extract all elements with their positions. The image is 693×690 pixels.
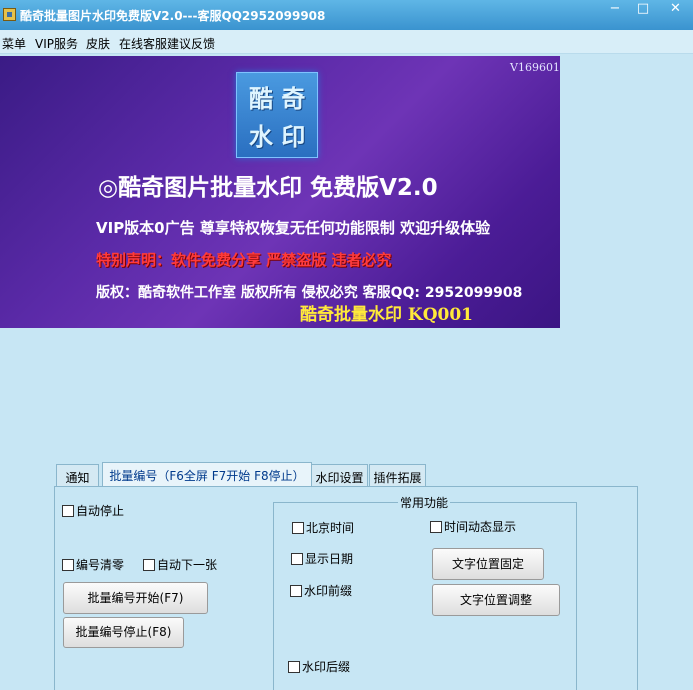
number-clear-label: 编号清零	[76, 558, 125, 572]
app-logo: 酷 奇 水 印	[236, 72, 318, 158]
logo-text-line1: 酷 奇	[249, 85, 306, 113]
common-functions-title: 常用功能	[398, 494, 451, 511]
app-icon	[3, 8, 16, 21]
prefix-checkbox[interactable]: 水印前缀	[290, 582, 352, 599]
prefix-label: 水印前缀	[304, 584, 353, 598]
beijing-time-label: 北京时间	[306, 521, 355, 535]
time-dynamic-checkbox[interactable]: 时间动态显示	[430, 518, 516, 535]
menu-item-skin[interactable]: 皮肤	[86, 35, 110, 52]
version-label: V169601	[510, 61, 560, 74]
number-clear-checkbox[interactable]: 编号清零	[62, 556, 124, 573]
window-title: 酷奇批量图片水印免费版V2.0---客服QQ2952099908	[20, 9, 326, 23]
tab-batch-number[interactable]: 批量编号（F6全屏 F7开始 F8停止）	[102, 462, 312, 486]
auto-next-checkbox[interactable]: 自动下一张	[143, 556, 217, 573]
banner-copyright: 版权：酷奇软件工作室 版权所有 侵权必究 客服QQ: 2952099908	[96, 285, 523, 301]
menu-item-menu[interactable]: 菜单	[2, 35, 26, 52]
checkbox-box[interactable]	[291, 553, 303, 565]
show-date-label: 显示日期	[305, 552, 354, 566]
checkbox-box[interactable]	[62, 559, 74, 571]
menu-bar: 菜单 VIP服务 皮肤 在线客服建议反馈	[0, 30, 693, 54]
logo-text-line2: 水 印	[249, 123, 306, 151]
auto-next-label: 自动下一张	[157, 558, 218, 572]
checkbox-box[interactable]	[292, 522, 304, 534]
banner-subtitle: VIP版本0广告 尊享特权恢复无任何功能限制 欢迎升级体验	[96, 219, 491, 237]
checkbox-box[interactable]	[290, 585, 302, 597]
auto-stop-checkbox[interactable]: 自动停止	[62, 502, 124, 519]
banner-warning: 特别声明：软件免费分享 严禁盗版 违者必究	[96, 251, 392, 269]
checkbox-box[interactable]	[430, 521, 442, 533]
checkbox-box[interactable]	[288, 661, 300, 673]
time-dynamic-label: 时间动态显示	[444, 520, 517, 534]
suffix-checkbox[interactable]: 水印后缀	[288, 658, 350, 675]
auto-stop-label: 自动停止	[76, 504, 125, 518]
promo-banner: V169601 酷 奇 水 印 ◎酷奇图片批量水印 免费版V2.0 VIP版本0…	[0, 56, 560, 328]
banner-brand: 酷奇批量水印 KQ001	[300, 305, 473, 325]
start-batch-button[interactable]: 批量编号开始(F7)	[63, 582, 208, 614]
stop-batch-button[interactable]: 批量编号停止(F8)	[63, 617, 184, 648]
maximize-button[interactable]: □	[629, 0, 657, 20]
title-bar: 酷奇批量图片水印免费版V2.0---客服QQ2952099908 − □ ✕	[0, 0, 693, 30]
beijing-time-checkbox[interactable]: 北京时间	[292, 519, 354, 536]
adjust-text-position-button[interactable]: 文字位置调整	[432, 584, 560, 616]
minimize-button[interactable]: −	[601, 0, 629, 20]
close-button[interactable]: ✕	[658, 0, 693, 20]
checkbox-box[interactable]	[143, 559, 155, 571]
tab-notice[interactable]: 通知	[56, 464, 99, 486]
show-date-checkbox[interactable]: 显示日期	[291, 550, 353, 567]
fix-text-position-button[interactable]: 文字位置固定	[432, 548, 544, 580]
menu-item-vip[interactable]: VIP服务	[35, 35, 78, 52]
banner-title: ◎酷奇图片批量水印 免费版V2.0	[98, 175, 438, 201]
menu-item-feedback[interactable]: 在线客服建议反馈	[119, 35, 215, 52]
tab-watermark-settings[interactable]: 水印设置	[311, 464, 368, 486]
tab-plugins[interactable]: 插件拓展	[369, 464, 426, 486]
checkbox-box[interactable]	[62, 505, 74, 517]
suffix-label: 水印后缀	[302, 660, 351, 674]
